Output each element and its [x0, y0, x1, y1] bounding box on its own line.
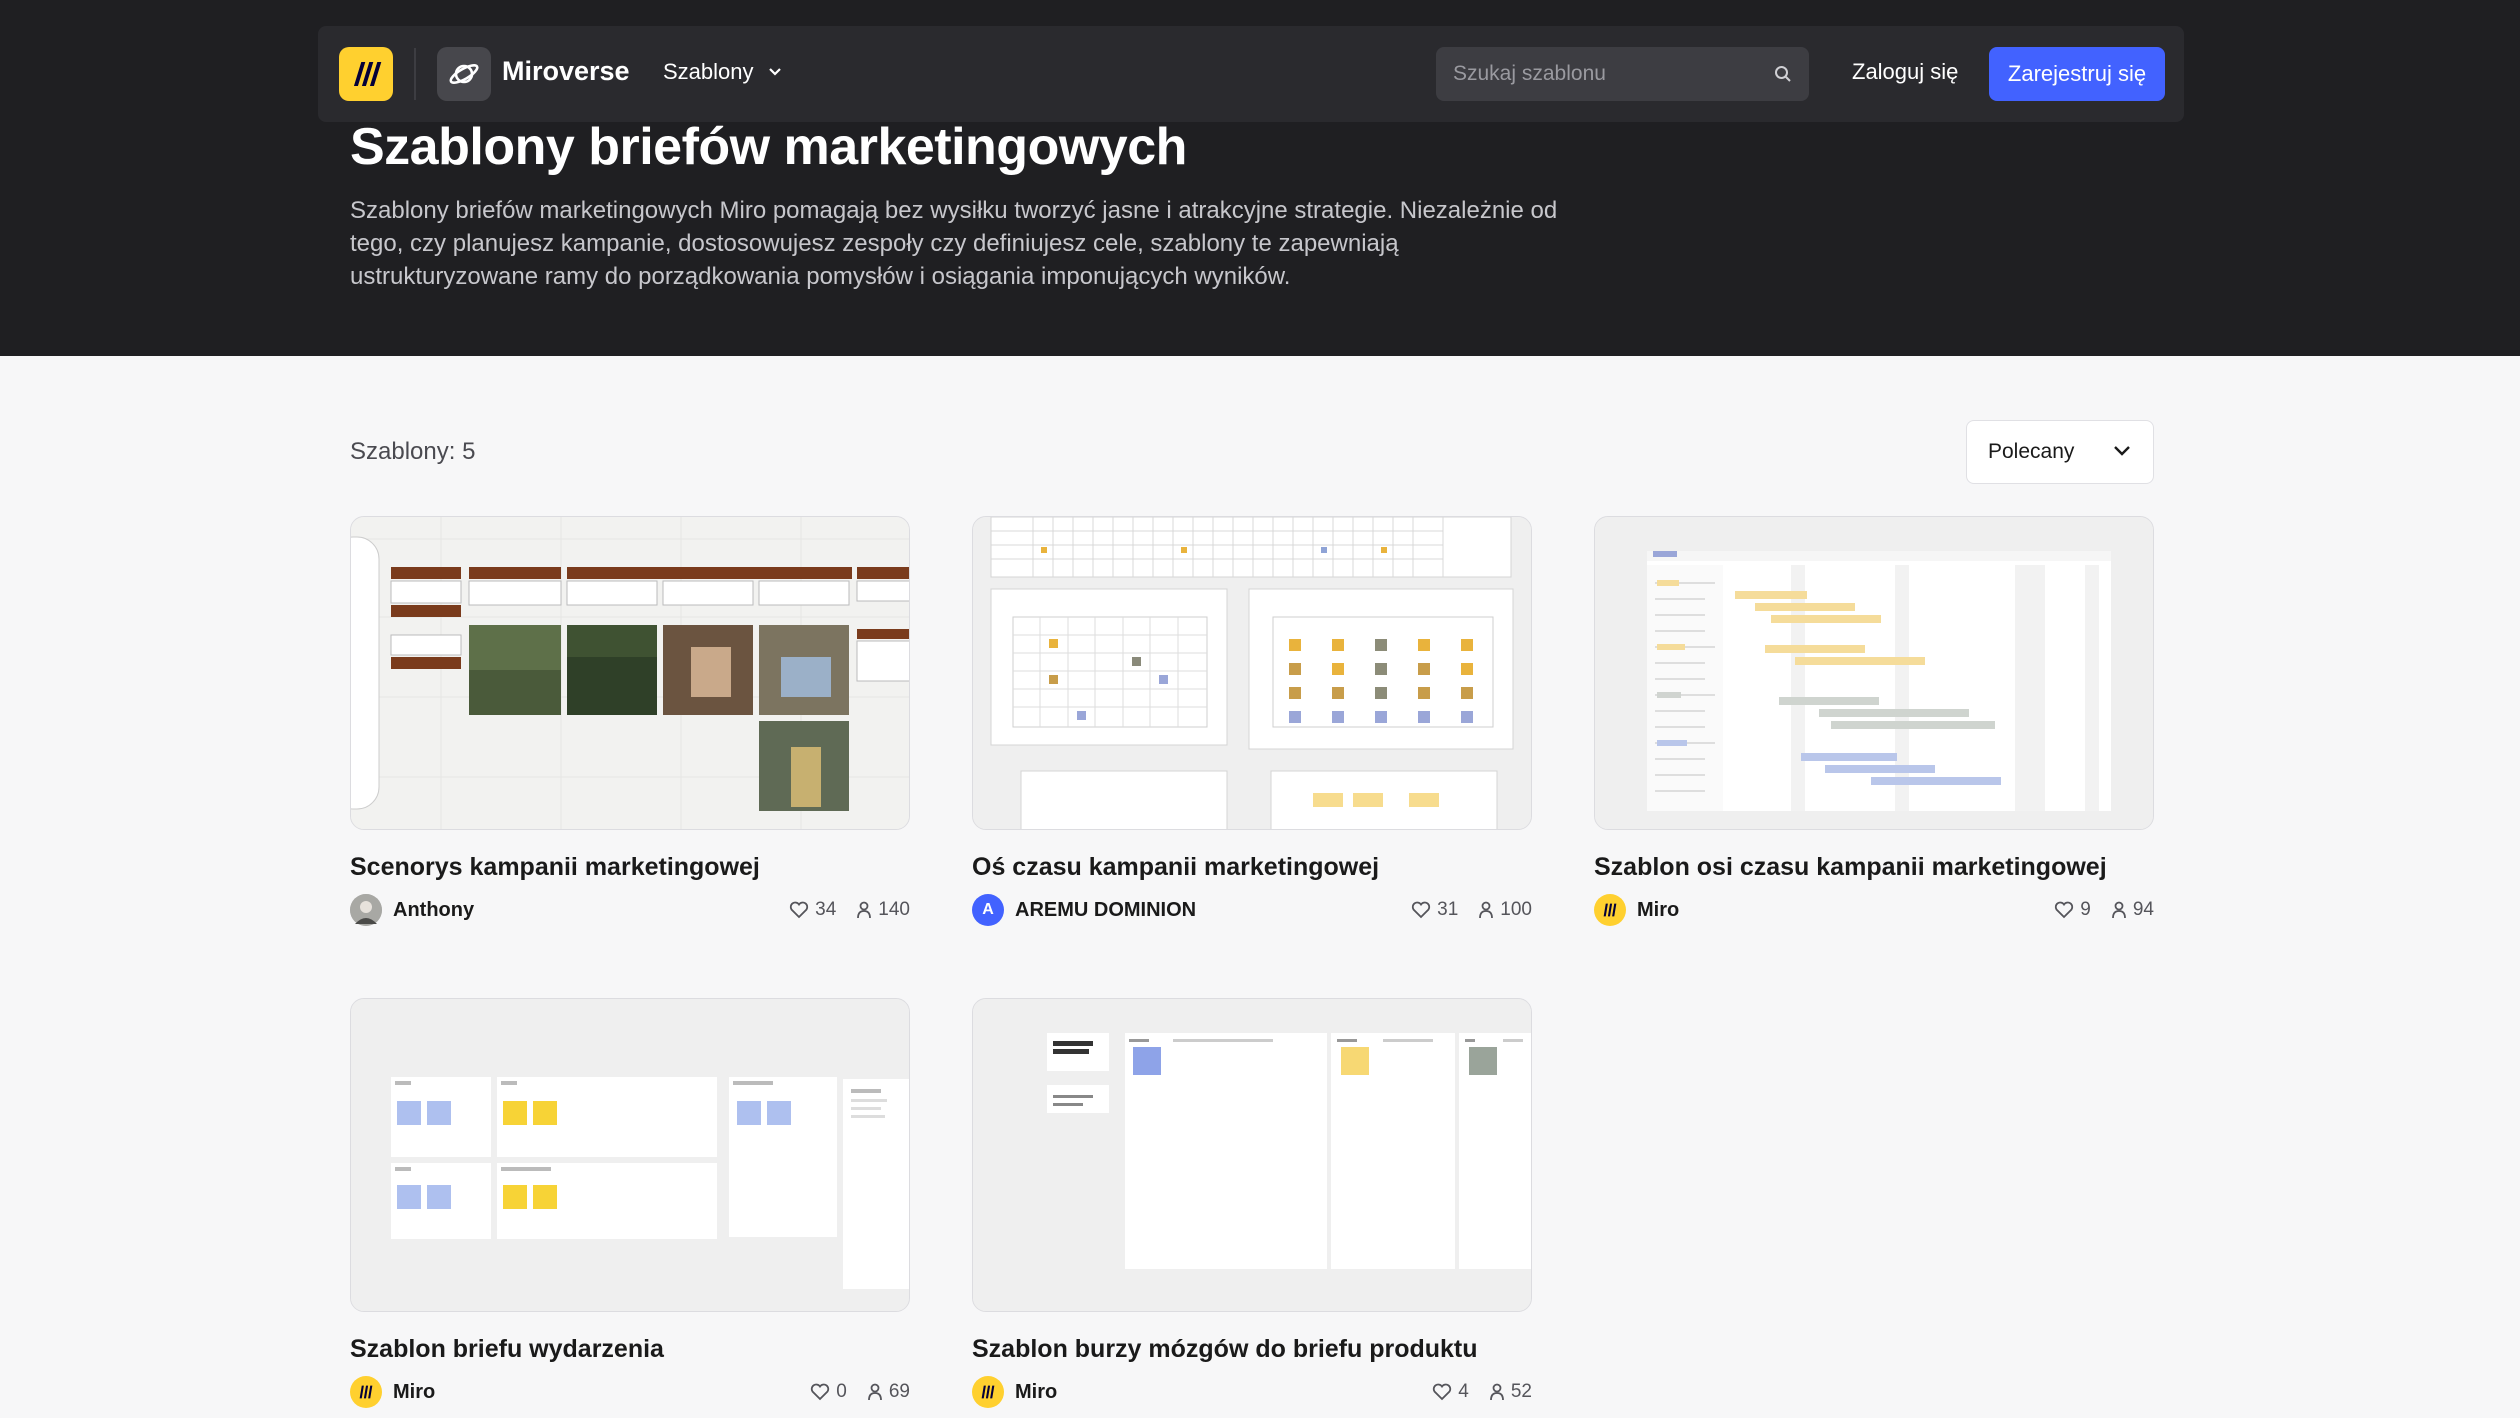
template-title[interactable]: Oś czasu kampanii marketingowej: [972, 853, 1379, 882]
user-icon: [1489, 1383, 1504, 1401]
heart-icon: [2055, 901, 2074, 919]
page-description: Szablony briefów marketingowych Miro pom…: [350, 197, 1558, 290]
miro-logo-icon: [359, 1385, 373, 1399]
search-input[interactable]: [1436, 47, 1756, 101]
template-thumbnail[interactable]: [972, 516, 1532, 830]
uses-stat: 140: [856, 899, 910, 921]
template-card[interactable]: Szablon briefu wydarzenia Miro 0 69: [350, 998, 910, 1418]
template-thumbnail[interactable]: [972, 998, 1532, 1312]
brand-name[interactable]: Miroverse: [502, 56, 630, 87]
heart-icon: [811, 1383, 830, 1401]
user-icon: [2111, 901, 2126, 919]
likes-count: 4: [1458, 1381, 1469, 1402]
author-name[interactable]: Miro: [393, 1381, 435, 1404]
template-title[interactable]: Szablon osi czasu kampanii marketingowej: [1594, 853, 2107, 882]
uses-stat: 94: [2111, 899, 2154, 921]
hero-section: Miroverse Szablony Zaloguj się Zarejestr…: [0, 0, 2520, 356]
template-meta: Miro 0 69: [350, 1375, 910, 1409]
uses-count: 52: [1510, 1381, 1532, 1402]
page-title: Szablony briefów marketingowych: [350, 118, 1187, 176]
likes-stat: 4: [1432, 1381, 1469, 1403]
template-stats: 34 140: [789, 899, 910, 921]
template-title[interactable]: Scenorys kampanii marketingowej: [350, 853, 760, 882]
signup-button[interactable]: Zarejestruj się: [1989, 47, 2165, 101]
author-name[interactable]: Anthony: [393, 899, 474, 922]
user-icon: [1479, 901, 1494, 919]
template-thumbnail[interactable]: [1594, 516, 2154, 830]
author-name[interactable]: Miro: [1637, 899, 1679, 922]
template-meta: Anthony 34 140: [350, 893, 910, 927]
author-avatar[interactable]: A: [972, 894, 1004, 926]
nav-templates-label: Szablony: [663, 59, 754, 84]
sort-selected-value: Polecany: [1988, 440, 2075, 463]
uses-stat: 100: [1478, 899, 1532, 921]
uses-count: 94: [2132, 899, 2154, 920]
likes-count: 0: [836, 1381, 847, 1402]
template-thumbnail[interactable]: [350, 998, 910, 1312]
uses-count: 140: [878, 899, 910, 920]
author-name[interactable]: Miro: [1015, 1381, 1057, 1404]
author-avatar[interactable]: [1594, 894, 1626, 926]
template-title[interactable]: Szablon briefu wydarzenia: [350, 1335, 664, 1364]
search-icon[interactable]: [1773, 64, 1793, 84]
nav-templates-dropdown[interactable]: Szablony: [663, 59, 782, 85]
author-avatar-letter: A: [982, 901, 994, 918]
heart-icon: [790, 901, 809, 919]
chevron-down-icon: [768, 68, 781, 76]
user-icon: [857, 901, 872, 919]
planet-icon[interactable]: [437, 47, 491, 101]
likes-count: 9: [2080, 899, 2091, 920]
miro-logo-icon: [981, 1385, 995, 1399]
template-meta: Miro 4 52: [972, 1375, 1532, 1409]
likes-stat: 0: [810, 1381, 847, 1403]
author-name[interactable]: AREMU DOMINION: [1015, 899, 1196, 922]
likes-stat: 34: [789, 899, 836, 921]
top-navigation-bar: Miroverse Szablony Zaloguj się Zarejestr…: [318, 26, 2184, 122]
template-meta: A AREMU DOMINION 31 100: [972, 893, 1532, 927]
template-card[interactable]: Scenorys kampanii marketingowej Anthony …: [350, 516, 910, 936]
likes-stat: 31: [1411, 899, 1458, 921]
divider: [414, 48, 416, 100]
sort-select[interactable]: Polecany: [1966, 420, 2154, 484]
template-title[interactable]: Szablon burzy mózgów do briefu produktu: [972, 1335, 1478, 1364]
search-box: [1436, 47, 1809, 101]
author-avatar[interactable]: [350, 894, 382, 926]
chevron-down-icon: [2114, 446, 2130, 456]
template-stats: 4 52: [1432, 1381, 1532, 1403]
template-thumbnail[interactable]: [350, 516, 910, 830]
template-stats: 31 100: [1411, 899, 1532, 921]
uses-stat: 52: [1489, 1381, 1532, 1403]
template-meta: Miro 9 94: [1594, 893, 2154, 927]
uses-stat: 69: [867, 1381, 910, 1403]
likes-count: 34: [815, 899, 837, 920]
author-avatar[interactable]: [972, 1376, 1004, 1408]
likes-count: 31: [1437, 899, 1459, 920]
template-stats: 0 69: [810, 1381, 910, 1403]
templates-count: Szablony: 5: [350, 438, 476, 465]
uses-count: 69: [888, 1381, 910, 1402]
heart-icon: [1412, 901, 1431, 919]
author-avatar[interactable]: [350, 1376, 382, 1408]
user-icon: [867, 1383, 882, 1401]
miro-logo-icon: [1603, 903, 1617, 917]
login-link[interactable]: Zaloguj się: [1852, 59, 1958, 85]
miro-logo-icon[interactable]: [339, 47, 393, 101]
template-card[interactable]: Szablon burzy mózgów do briefu produktu …: [972, 998, 1532, 1418]
template-stats: 9 94: [2054, 899, 2154, 921]
heart-icon: [1433, 1383, 1452, 1401]
likes-stat: 9: [2054, 899, 2091, 921]
template-card[interactable]: Oś czasu kampanii marketingowej A AREMU …: [972, 516, 1532, 936]
template-card[interactable]: Szablon osi czasu kampanii marketingowej…: [1594, 516, 2154, 936]
uses-count: 100: [1500, 899, 1532, 920]
